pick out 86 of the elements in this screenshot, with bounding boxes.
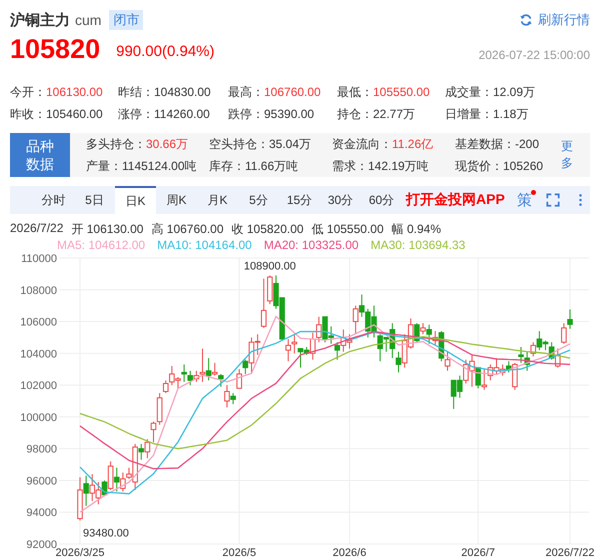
refresh-icon [519,13,533,27]
refresh-link[interactable]: 刷新行情 [519,11,590,29]
more-link[interactable]: 更多 [561,138,574,172]
stat-label: 持仓： [337,107,373,121]
y-axis-label: 102000 [20,380,57,392]
y-axis-label: 94000 [26,507,57,520]
stat-label: 资金流向： [332,136,392,150]
open-app-link[interactable]: 打开金投网APP [406,191,505,209]
ohlc-value: 幅 0.94% [392,221,441,238]
stat-label: 日增量： [445,107,493,121]
period-tab[interactable]: 5日 [74,186,115,214]
extreme-price-label: 108900.00 [244,260,296,272]
y-axis-label: 110000 [21,253,57,265]
stat-label: 需求： [332,158,368,172]
stat-value: 12.09万 [493,85,536,99]
stat-value: 114260.00 [154,107,210,121]
stat-label: 昨收： [10,107,46,121]
period-tab[interactable]: 月K [197,186,238,214]
stat-label: 现货价： [455,158,503,172]
y-axis-label: 108000 [20,284,57,297]
strategy-button[interactable]: 策 [516,190,532,210]
stat-label: 成交量： [445,85,493,99]
stat-label: 涨停： [118,107,154,121]
stat-value: 106130.00 [46,85,103,99]
ma-legend-item: MA10: 104164.00 [157,238,252,252]
price-change: 990.00(0.94%) [116,43,215,60]
period-tab[interactable]: 15分 [279,186,320,214]
stat-value: 105460.00 [46,107,103,121]
stat-label: 基差数据： [455,136,515,150]
y-axis-label: 106000 [20,316,57,329]
stat-label: 产量： [86,158,122,172]
x-axis-label: 2026/7/22 [546,547,594,557]
stat-label: 昨结： [118,85,154,99]
period-tab[interactable]: 日K [115,186,156,214]
ohlc-value: 高 106760.00 [151,221,224,238]
y-axis-label: 104000 [20,348,57,360]
period-tab[interactable]: 周K [156,186,197,214]
ohlc-value: 低 105550.00 [312,221,384,238]
stat-label: 跌停： [228,107,264,121]
market-status-tag: 闭市 [109,10,144,30]
stat-value: 22.77万 [373,107,416,121]
instrument-name: 沪铜主力 [10,10,70,30]
stat-value: 106760.00 [264,85,321,99]
ma-legend-item: MA20: 103325.00 [264,238,359,252]
y-axis-label: 96000 [26,475,57,488]
stat-label: 最高： [228,85,264,99]
stat-value: 1.18万 [493,107,528,121]
bar-date: 2026/7/22 [10,221,64,237]
stat-value: 1145124.00吨 [122,158,197,172]
extreme-price-label: 93480.00 [83,527,129,540]
stat-value: 11.26亿 [392,136,434,150]
instrument-code: cum [75,12,102,28]
period-tab[interactable]: 分时 [33,186,74,214]
last-price: 105820 [10,34,100,64]
stat-value: 142.19万吨 [368,158,429,172]
ma-legend-item: MA30: 103694.33 [370,238,466,252]
y-axis-label: 98000 [26,444,57,456]
x-axis-label: 2026/3/25 [56,547,104,557]
stat-value: 105550.00 [373,85,430,99]
period-tab[interactable]: 5分 [238,186,279,214]
stat-label: 库存： [209,158,245,172]
stat-label: 最低： [337,85,373,99]
stat-value: 30.66万 [146,136,188,150]
stat-value: 95390.00 [264,107,314,121]
more-menu-icon[interactable] [578,193,583,207]
x-axis-label: 2026/6 [332,547,366,557]
stat-value: -200 [515,136,540,150]
fullscreen-icon[interactable] [546,193,560,207]
stat-label: 空头持仓： [209,136,269,150]
quote-time: 2026-07-22 15:00:00 [478,48,590,62]
stat-label: 今开： [10,85,46,99]
ohlc-value: 开 106130.00 [71,221,144,238]
period-tab[interactable]: 60分 [361,186,402,214]
ma-legend-item: MA5: 104612.00 [57,238,146,252]
stat-value: 11.66万吨 [245,158,298,172]
y-axis-label: 100000 [20,412,57,424]
variety-data-button[interactable]: 品种数据 [10,133,70,177]
y-axis-label: 92000 [26,539,57,551]
x-axis-label: 2026/5 [222,547,256,557]
stat-label: 多头持仓： [86,136,146,150]
stat-value: 105260 [503,158,544,172]
x-axis-label: 2026/7 [461,547,495,557]
ohlc-value: 收 105820.00 [232,221,304,238]
stat-value: 104830.00 [154,85,211,99]
stat-value: 35.04万 [269,136,312,150]
period-tab[interactable]: 30分 [320,186,361,214]
